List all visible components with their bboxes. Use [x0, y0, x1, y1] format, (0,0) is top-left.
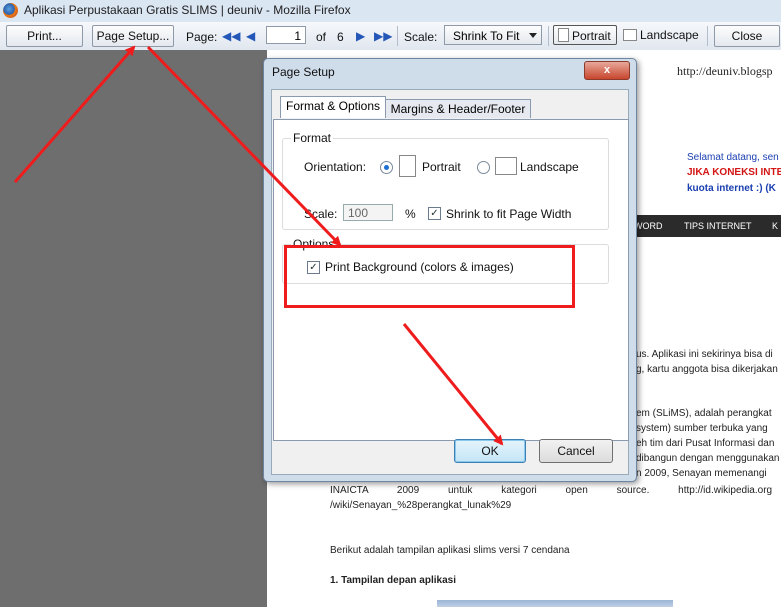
scale-select[interactable]: Shrink To Fit	[444, 25, 542, 45]
first-page-icon[interactable]: ◀◀	[222, 29, 240, 43]
preview-paragraph-line: system) sumber terbuka yang	[636, 423, 768, 434]
scale-input[interactable]: 100	[343, 204, 393, 221]
preview-background	[0, 50, 267, 607]
landscape-toggle[interactable]: Landscape	[623, 28, 699, 42]
preview-paragraph-line: INAICTA 2009 untuk kategori open source.…	[330, 485, 773, 496]
preview-screenshot-image	[437, 600, 673, 607]
preview-paragraph-line: eh tim dari Pusat Informasi dan	[636, 438, 775, 449]
landscape-radio[interactable]	[477, 161, 490, 174]
portrait-page-icon	[399, 155, 416, 177]
preview-navbar: WORD TIPS INTERNET K	[634, 215, 781, 237]
preview-quota-line: kuota internet :) (K	[687, 183, 776, 194]
toolbar-separator	[707, 26, 708, 46]
page-total: 6	[337, 30, 344, 44]
print-preview-toolbar: Print... Page Setup... Page: ◀◀ ◀ 1 of 6…	[0, 22, 781, 51]
page-setup-button[interactable]: Page Setup...	[92, 25, 174, 47]
page-label: Page:	[186, 30, 218, 44]
toolbar-separator	[397, 26, 398, 46]
preview-paragraph-line: dibangun dengan menggunakan	[636, 453, 780, 464]
preview-nav-item: TIPS INTERNET	[684, 221, 752, 231]
preview-paragraph-line: us. Aplikasi ini sekirinya bisa di	[636, 349, 773, 360]
preview-paragraph-line: n 2009, Senayan memenangi	[636, 468, 767, 479]
page-number-input[interactable]: 1	[266, 26, 306, 44]
page-of-label: of	[316, 30, 327, 44]
preview-url: http://deuniv.blogsp	[677, 64, 773, 78]
shrink-checkbox[interactable]: ✓	[428, 207, 441, 220]
window-title: Aplikasi Perpustakaan Gratis SLIMS | deu…	[24, 3, 351, 17]
landscape-page-icon	[495, 157, 517, 175]
close-button[interactable]: Close	[714, 25, 780, 47]
preview-paragraph-line: em (SLiMS), adalah perangkat	[636, 408, 772, 419]
annotation-highlight-box	[284, 245, 575, 308]
preview-nav-item: WORD	[634, 221, 663, 231]
dialog-title: Page Setup	[272, 65, 335, 79]
portrait-radio[interactable]	[380, 161, 393, 174]
ok-button[interactable]: OK	[454, 439, 526, 463]
firefox-icon	[3, 3, 18, 18]
tab-format-options[interactable]: Format & Options	[280, 96, 386, 118]
preview-nav-item: K	[772, 221, 779, 231]
scale-label: Scale:	[404, 30, 438, 44]
landscape-toggle-label: Landscape	[640, 28, 699, 42]
portrait-toggle[interactable]: Portrait	[553, 25, 617, 45]
landscape-radio-label[interactable]: Landscape	[520, 160, 579, 174]
cancel-button[interactable]: Cancel	[539, 439, 613, 463]
scale-select-value: Shrink To Fit	[453, 29, 520, 43]
preview-warning-line: JIKA KONEKSI INTE	[687, 167, 781, 178]
chevron-down-icon	[529, 33, 537, 38]
window-titlebar: Aplikasi Perpustakaan Gratis SLIMS | deu…	[0, 0, 781, 23]
last-page-icon[interactable]: ▶▶	[374, 29, 392, 43]
percent-label: %	[405, 207, 416, 221]
preview-welcome-line: Selamat datang, sen	[687, 152, 779, 163]
preview-heading: 1. Tampilan depan aplikasi	[330, 575, 456, 586]
scale-label: Scale:	[304, 207, 338, 221]
next-page-icon[interactable]: ▶	[356, 29, 365, 43]
preview-paragraph-line: /wiki/Senayan_%28perangkat_lunak%29	[330, 500, 512, 511]
previous-page-icon[interactable]: ◀	[246, 29, 255, 43]
tab-margins-header-footer[interactable]: Margins & Header/Footer	[385, 99, 531, 118]
shrink-checkbox-label[interactable]: Shrink to fit Page Width	[446, 207, 571, 221]
preview-paragraph-line: Berikut adalah tampilan aplikasi slims v…	[330, 545, 570, 556]
dialog-close-icon[interactable]: x	[584, 61, 630, 80]
preview-paragraph-line: g, kartu anggota bisa dikerjakan	[636, 364, 778, 375]
print-button[interactable]: Print...	[6, 25, 83, 47]
orientation-label: Orientation:	[304, 160, 367, 174]
toolbar-separator	[548, 26, 549, 46]
portrait-radio-label[interactable]: Portrait	[422, 160, 461, 174]
landscape-page-icon	[623, 29, 637, 41]
portrait-toggle-label: Portrait	[572, 29, 611, 43]
portrait-page-icon	[558, 28, 569, 42]
format-group-label: Format	[291, 131, 334, 145]
